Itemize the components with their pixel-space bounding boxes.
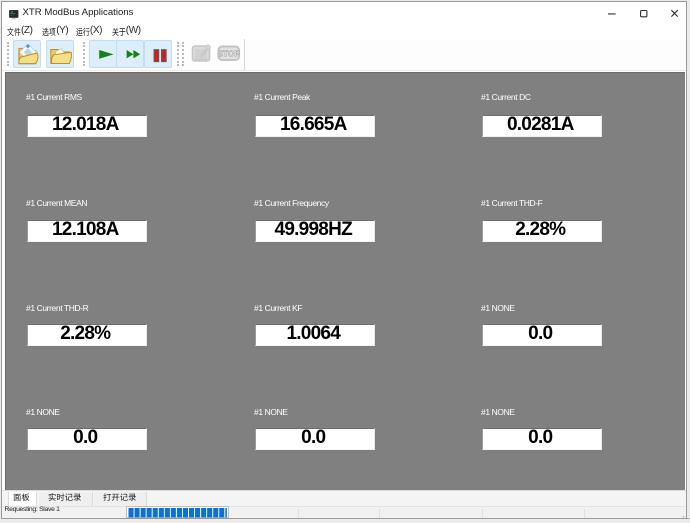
- svg-text:STOP: STOP: [218, 50, 241, 59]
